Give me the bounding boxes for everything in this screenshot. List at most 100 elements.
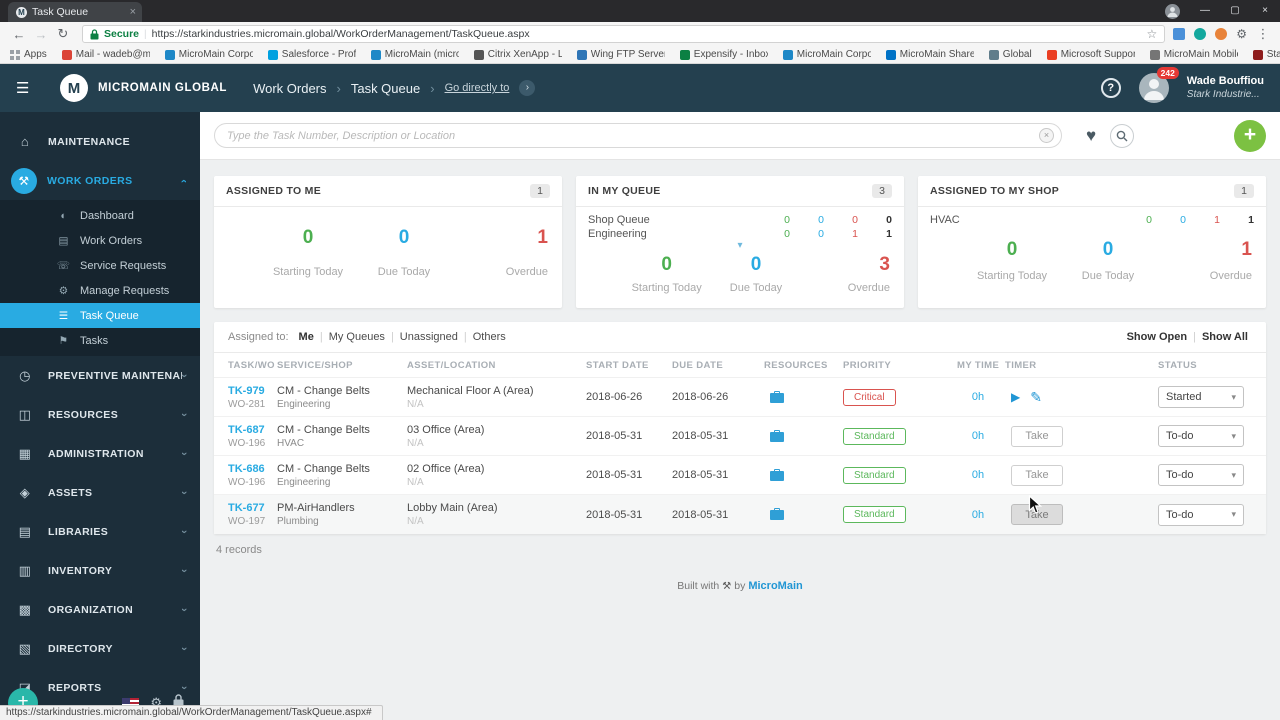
task-link[interactable]: TK-677 — [228, 502, 271, 514]
take-button[interactable]: Take — [1011, 425, 1063, 447]
url-text[interactable]: https://starkindustries.micromain.global… — [152, 28, 1142, 40]
help-button[interactable]: ? — [1100, 78, 1121, 98]
maximize-button[interactable]: ▢ — [1220, 0, 1250, 22]
status-dropdown[interactable]: To-do — [1158, 503, 1244, 526]
resources-briefcase-icon[interactable] — [764, 390, 843, 404]
take-button[interactable]: Take — [1011, 464, 1063, 486]
clear-search-icon[interactable] — [1039, 128, 1054, 143]
sidebar-item-organization[interactable]: ▩ ORGANIZATION › — [0, 590, 200, 629]
main-content: ASSIGNED TO ME 1 0 Starting Today 0 Due … — [200, 112, 1280, 720]
sidebar-item-resources[interactable]: ◫ RESOURCES › — [0, 395, 200, 434]
queue-row-shop-queue[interactable]: Shop Queue 0 0 0 0 — [576, 213, 904, 227]
queue-name: Engineering — [588, 228, 647, 240]
task-link[interactable]: TK-979 — [228, 385, 271, 397]
close-button[interactable] — [1250, 0, 1280, 22]
extension-icon-orange[interactable] — [1215, 28, 1228, 40]
menu-icon[interactable] — [16, 79, 40, 97]
sidebar-item-manage-requests[interactable]: ⚙ Manage Requests — [0, 278, 200, 303]
queue-starting-value: 0 — [784, 214, 790, 226]
bookmark-item[interactable]: Global — [988, 49, 1032, 60]
sidebar-item-task-queue[interactable]: ☰ Task Queue — [0, 303, 200, 328]
status-dropdown[interactable]: To-do — [1158, 464, 1244, 486]
status-dropdown[interactable]: Started — [1158, 386, 1244, 408]
bookmark-item[interactable]: Mail - wadeb@micr... — [61, 49, 150, 60]
bookmark-label: StarkIndustries — [1266, 49, 1280, 60]
browser-menu-icon[interactable] — [1256, 26, 1270, 42]
filter-unassigned[interactable]: Unassigned — [400, 331, 458, 343]
bookmarks-bar: Apps Mail - wadeb@micr... MicroMain Corp… — [0, 46, 1280, 64]
go-directly-to-link[interactable]: Go directly to — [445, 82, 510, 94]
task-link[interactable]: TK-686 — [228, 463, 271, 475]
go-circle-chevron-icon[interactable]: › — [519, 80, 536, 96]
directory-icon: ▧ — [18, 640, 32, 656]
bookmark-star-icon[interactable] — [1146, 27, 1157, 41]
sidebar-item-work-orders-page[interactable]: ▤ Work Orders — [0, 228, 200, 253]
breadcrumb-task-queue[interactable]: Task Queue — [351, 81, 420, 96]
start-timer-icon[interactable] — [1011, 390, 1020, 404]
address-bar[interactable]: Secure | https://starkindustries.microma… — [82, 25, 1166, 43]
queue-row-engineering[interactable]: Engineering 0 0 1 1 — [576, 227, 904, 241]
task-link[interactable]: TK-687 — [228, 424, 271, 436]
sidebar-item-directory[interactable]: ▧ DIRECTORY › — [0, 629, 200, 668]
show-all-link[interactable]: Show All — [1202, 331, 1248, 343]
tab-close-icon[interactable] — [130, 7, 136, 18]
secure-label[interactable]: Secure — [104, 28, 139, 40]
bookmark-item[interactable]: Microsoft Support — [1046, 49, 1135, 60]
filter-my-queues[interactable]: My Queues — [329, 331, 385, 343]
browser-profile-icon[interactable] — [1165, 3, 1180, 19]
add-task-button[interactable] — [1234, 119, 1266, 152]
sidebar-item-dashboard[interactable]: ◐ Dashboard — [0, 203, 200, 228]
sidebar-item-inventory[interactable]: ▥ INVENTORY › — [0, 551, 200, 590]
wrench-icon — [722, 581, 731, 592]
bookmark-item[interactable]: MicroMain SharePoi... — [885, 49, 974, 60]
forward-icon[interactable]: → — [30, 27, 52, 42]
card-title: ASSIGNED TO ME — [226, 185, 322, 197]
show-open-link[interactable]: Show Open — [1127, 331, 1188, 343]
status-dropdown[interactable]: To-do — [1158, 425, 1244, 447]
resources-briefcase-icon[interactable] — [764, 468, 843, 482]
sidebar-item-assets[interactable]: ◈ ASSETS › — [0, 473, 200, 512]
favorites-heart-icon[interactable] — [1086, 126, 1096, 146]
sidebar-item-preventive-maintenance[interactable]: ◷ PREVENTIVE MAINTENANCE › — [0, 356, 200, 395]
apps-shortcut[interactable]: Apps — [10, 49, 47, 60]
breadcrumb-work-orders[interactable]: Work Orders — [253, 81, 326, 96]
extension-gear-icon[interactable] — [1236, 28, 1247, 40]
search-button[interactable] — [1110, 123, 1135, 148]
queue-row-hvac[interactable]: HVAC 0 0 1 1 — [918, 213, 1266, 227]
sidebar-item-label: ADMINISTRATION — [48, 447, 144, 460]
sidebar-item-tasks[interactable]: ⚑ Tasks — [0, 328, 200, 353]
sidebar-item-service-requests[interactable]: ☏ Service Requests — [0, 253, 200, 278]
bookmark-item[interactable]: Wing FTP Server — [576, 49, 665, 60]
filter-others[interactable]: Others — [473, 331, 506, 343]
user-avatar[interactable]: 242 — [1138, 67, 1179, 103]
user-info[interactable]: Wade Bouffiou Stark Industrie... — [1187, 75, 1264, 101]
resources-briefcase-icon[interactable] — [764, 429, 843, 443]
expand-chevron-icon[interactable] — [576, 241, 904, 251]
micromain-link[interactable]: MicroMain — [748, 580, 802, 592]
bookmark-item[interactable]: StarkIndustries — [1252, 49, 1280, 60]
back-icon[interactable]: ← — [8, 27, 30, 42]
card-title: ASSIGNED TO MY SHOP — [930, 185, 1060, 197]
browser-tab[interactable]: M Task Queue — [8, 2, 142, 22]
minimize-button[interactable]: — — [1190, 0, 1220, 22]
bookmark-item[interactable]: MicroMain (microm... — [370, 49, 459, 60]
bookmark-item[interactable]: Expensify - Inbox — [679, 49, 768, 60]
bookmark-item[interactable]: Salesforce - Professi... — [267, 49, 356, 60]
resources-briefcase-icon[interactable] — [764, 508, 843, 521]
sidebar-item-work-orders[interactable]: ⚒ WORK ORDERS › — [0, 161, 200, 200]
extension-icon-teal[interactable] — [1194, 28, 1207, 40]
bookmark-item[interactable]: MicroMain Corporat... — [164, 49, 253, 60]
bookmark-item[interactable]: MicroMain Mobile — [1149, 49, 1238, 60]
take-button[interactable]: Take — [1011, 504, 1063, 525]
reload-icon[interactable]: ↻ — [52, 26, 74, 42]
search-input[interactable] — [214, 123, 1062, 148]
edit-time-icon[interactable] — [1030, 389, 1042, 406]
sidebar-item-libraries[interactable]: ▤ LIBRARIES › — [0, 512, 200, 551]
filter-me[interactable]: Me — [299, 331, 314, 343]
bookmark-item[interactable]: Citrix XenApp - Log... — [473, 49, 562, 60]
bookmark-item[interactable]: MicroMain Corporat... — [782, 49, 871, 60]
sidebar-item-maintenance[interactable]: ⌂ MAINTENANCE — [0, 122, 200, 161]
sidebar-item-administration[interactable]: ▦ ADMINISTRATION › — [0, 434, 200, 473]
due-date: 2018-05-31 — [672, 430, 729, 442]
extension-icon-blue[interactable] — [1173, 28, 1186, 40]
